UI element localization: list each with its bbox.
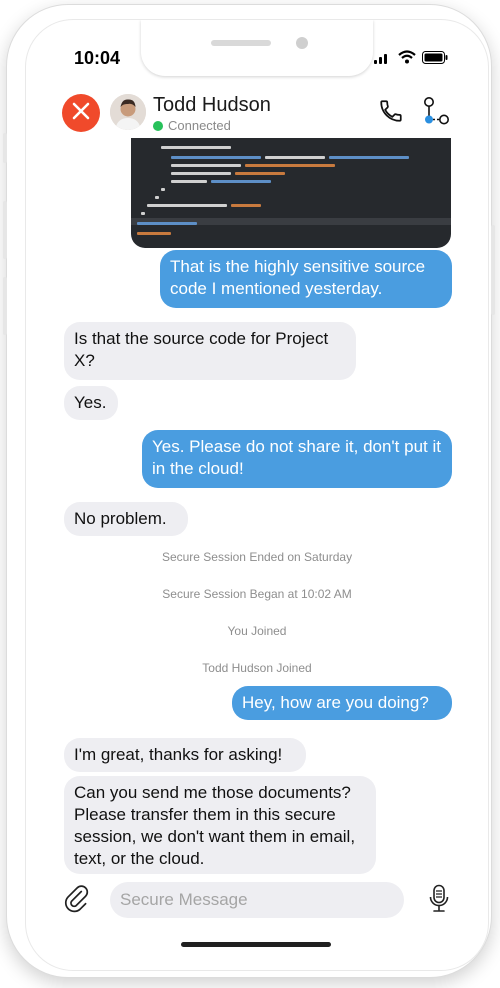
volume-down-button xyxy=(3,277,7,335)
system-message: You Joined xyxy=(227,624,287,638)
share-connection-icon xyxy=(422,97,450,130)
connection-status-label: Connected xyxy=(168,118,231,133)
message-outgoing[interactable]: That is the highly sensitive source code… xyxy=(160,250,452,308)
paperclip-icon xyxy=(64,885,90,918)
code-image-attachment[interactable] xyxy=(131,138,451,248)
phone-call-icon xyxy=(378,100,404,128)
message-outgoing[interactable]: Yes. Please do not share it, don't put i… xyxy=(142,430,452,488)
microphone-icon xyxy=(428,884,450,918)
system-message: Secure Session Ended on Saturday xyxy=(161,550,353,564)
contact-name[interactable]: Todd Hudson xyxy=(153,94,271,117)
avatar[interactable] xyxy=(110,94,146,130)
mute-switch xyxy=(3,133,7,163)
status-icons xyxy=(374,50,448,69)
connection-status: Connected xyxy=(153,118,231,133)
front-camera xyxy=(296,37,308,49)
message-outgoing[interactable]: Hey, how are you doing? xyxy=(232,686,452,720)
phone-frame: 10:04 Todd Hudson Connected That is the … xyxy=(3,4,495,978)
message-field[interactable] xyxy=(110,882,404,918)
connected-indicator-icon xyxy=(153,120,163,131)
message-input[interactable] xyxy=(110,889,392,911)
wifi-icon xyxy=(398,50,416,69)
screen: 10:04 Todd Hudson Connected That is the … xyxy=(25,19,489,971)
voice-message-button[interactable] xyxy=(428,884,450,919)
power-button xyxy=(491,225,495,315)
system-message: Secure Session Began at 10:02 AM xyxy=(162,587,352,601)
speaker-grille xyxy=(211,40,271,46)
battery-icon xyxy=(422,50,448,69)
system-message: Todd Hudson Joined xyxy=(202,661,312,675)
call-button[interactable] xyxy=(378,98,404,129)
chat-header: Todd Hudson Connected xyxy=(26,80,488,138)
message-incoming[interactable]: No problem. xyxy=(64,502,188,536)
transfer-button[interactable] xyxy=(422,96,450,131)
notch xyxy=(141,20,373,76)
message-incoming[interactable]: Can you send me those documents? Please … xyxy=(64,776,376,874)
volume-up-button xyxy=(3,201,7,259)
home-indicator[interactable] xyxy=(181,942,331,947)
message-incoming[interactable]: Is that the source code for Project X? xyxy=(64,322,356,380)
message-composer xyxy=(26,872,488,926)
message-incoming[interactable]: Yes. xyxy=(64,386,118,420)
signal-icon xyxy=(374,51,392,69)
close-session-button[interactable] xyxy=(62,94,100,132)
status-time: 10:04 xyxy=(74,48,121,68)
close-icon xyxy=(72,102,90,125)
message-incoming[interactable]: I'm great, thanks for asking! xyxy=(64,738,306,772)
attach-button[interactable] xyxy=(64,884,90,919)
